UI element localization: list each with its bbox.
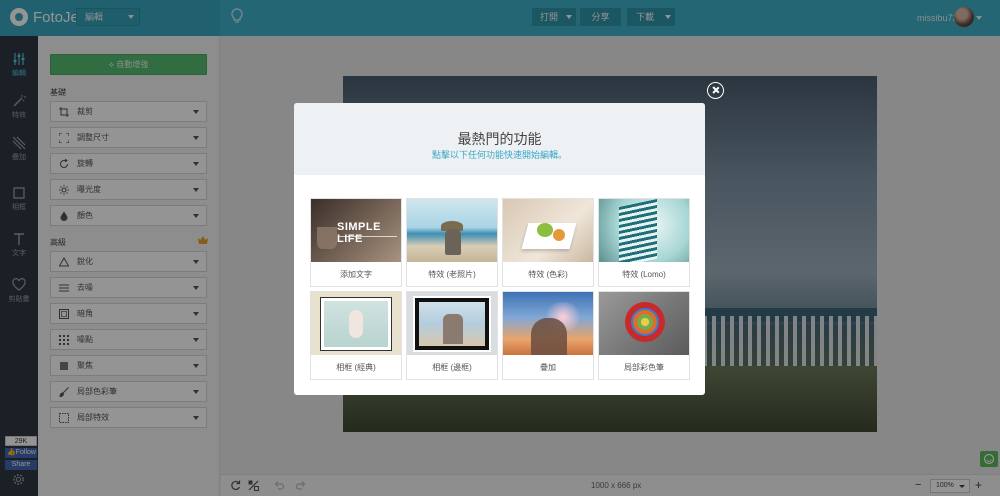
feature-card-color-effect[interactable]: 特效 (色彩) [502, 198, 594, 287]
popular-features-dialog: 最熱門的功能 點擊以下任何功能快速開始編輯。 SIMPLE LIFE 添加文字 … [294, 103, 705, 395]
feature-card-lomo[interactable]: 特效 (Lomo) [598, 198, 690, 287]
feature-thumb [599, 199, 689, 262]
dialog-subtitle: 點擊以下任何功能快速開始編輯。 [431, 150, 567, 160]
dialog-title: 最熱門的功能 [457, 131, 542, 147]
feature-label: 局部彩色筆 [624, 363, 664, 372]
feature-thumb [503, 292, 593, 355]
feature-card-old-photo[interactable]: 特效 (老照片) [406, 198, 498, 287]
feature-thumb [311, 292, 401, 355]
dialog-header: 最熱門的功能 點擊以下任何功能快速開始編輯。 [294, 103, 705, 175]
feature-thumb [407, 199, 497, 262]
thumb-person-body [445, 229, 461, 255]
feature-card-overlay[interactable]: 疊加 [502, 291, 594, 380]
feature-label: 特效 (老照片) [428, 270, 476, 279]
feature-thumb [503, 199, 593, 262]
thumb-text: SIMPLE LIFE [337, 221, 381, 245]
feature-label: 特效 (Lomo) [622, 270, 666, 279]
close-icon[interactable] [707, 82, 724, 99]
feature-card-add-text[interactable]: SIMPLE LIFE 添加文字 [310, 198, 402, 287]
feature-card-color-brush[interactable]: 局部彩色筆 [598, 291, 690, 380]
feature-thumb [407, 292, 497, 355]
thumb-couple [531, 318, 567, 355]
feature-label: 相框 (邊框) [432, 363, 472, 372]
feature-thumb: SIMPLE LIFE [311, 199, 401, 262]
thumb-cup [317, 227, 337, 249]
thumb-text-underline [339, 236, 397, 237]
feature-card-classic-frame[interactable]: 相框 (經典) [310, 291, 402, 380]
feature-thumb [599, 292, 689, 355]
thumb-dessert-orange [553, 229, 565, 241]
feature-card-border-frame[interactable]: 相框 (邊框) [406, 291, 498, 380]
thumb-dessert-green [537, 223, 553, 237]
thumb-baby [349, 310, 363, 338]
feature-label: 相框 (經典) [336, 363, 376, 372]
feature-label: 特效 (色彩) [528, 270, 568, 279]
feature-label: 疊加 [540, 363, 556, 372]
thumb-couple [443, 314, 463, 344]
feature-label: 添加文字 [340, 270, 372, 279]
thumb-building [619, 199, 657, 262]
thumb-pencils [631, 308, 659, 336]
